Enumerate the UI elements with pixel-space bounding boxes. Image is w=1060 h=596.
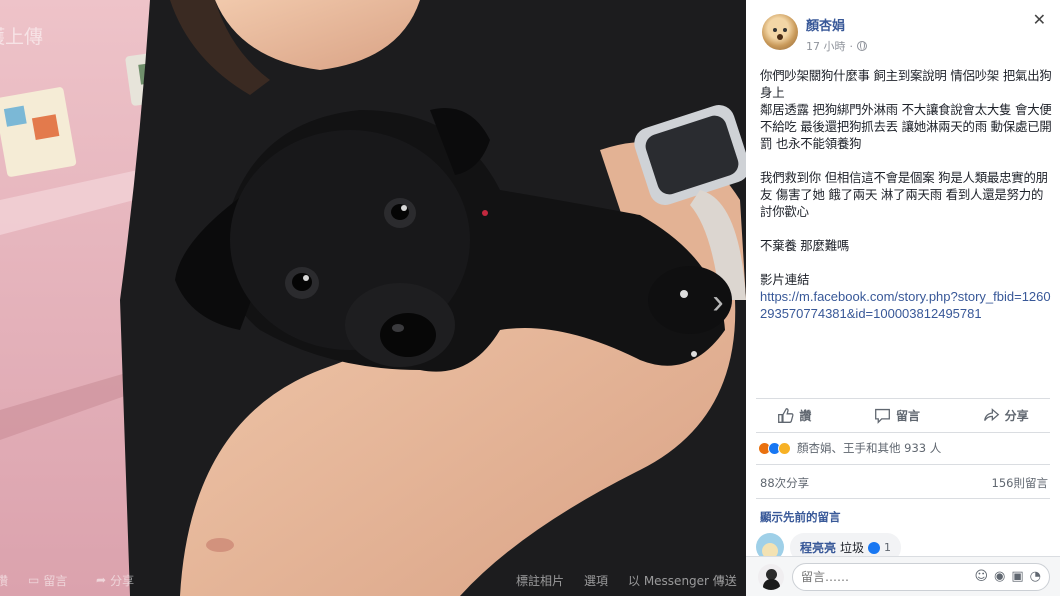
comment-input-wrapper[interactable]: ☺ ◉ ▣ ◔ bbox=[792, 562, 1050, 591]
author-name[interactable]: 顏杏娟 bbox=[806, 15, 867, 34]
comment-composer: ☺ ◉ ▣ ◔ bbox=[746, 556, 1060, 596]
post-meta: 17 小時 · bbox=[806, 38, 867, 54]
author-block: 顏杏娟 17 小時 · bbox=[806, 14, 867, 54]
photo-share-button[interactable]: ➦ 分享 bbox=[96, 572, 134, 589]
photo-watermark: 護上傳 bbox=[0, 26, 44, 48]
gif-icon[interactable]: ▣ bbox=[1011, 569, 1023, 584]
thumbs-up-icon bbox=[778, 407, 794, 423]
photo-viewer: 護上傳 › 讚 ▭ 留言 ➦ 分享 標註相片 選項 以 Messenger 傳送 bbox=[0, 0, 1060, 596]
share-button[interactable]: 分享 bbox=[983, 407, 1029, 424]
share-label: 分享 bbox=[1004, 408, 1029, 423]
photo-action-bar: 讚 ▭ 留言 ➦ 分享 標註相片 選項 以 Messenger 傳送 bbox=[0, 564, 746, 596]
post-paragraph: 你們吵架關狗什麼事 飼主到案說明 情侶吵架 把氣出狗身上 bbox=[760, 68, 1052, 100]
tag-photo-label: 標註相片 bbox=[516, 573, 565, 588]
share-icon bbox=[983, 407, 999, 421]
emoji-icon[interactable]: ☺ bbox=[974, 569, 988, 584]
comment-count[interactable]: 156則留言 bbox=[992, 475, 1048, 491]
comment-like-icon bbox=[868, 541, 881, 554]
divider bbox=[756, 498, 1050, 499]
send-messenger-label: 以 Messenger 傳送 bbox=[628, 573, 737, 588]
close-icon[interactable]: ✕ bbox=[1033, 10, 1046, 29]
photo-share-label: 分享 bbox=[110, 573, 135, 588]
share-arrow-icon: ➦ bbox=[96, 573, 107, 587]
post-stats: 88次分享 156則留言 bbox=[760, 475, 1048, 491]
options-button[interactable]: 選項 bbox=[584, 572, 608, 589]
comment-text: 垃圾 bbox=[840, 541, 865, 555]
like-button[interactable]: 讚 bbox=[777, 407, 811, 424]
post-paragraph: 我們救到你 但相信這不會是個案 狗是人類最忠實的朋友 傷害了她 餓了兩天 淋了兩… bbox=[760, 170, 1048, 219]
globe-icon[interactable] bbox=[857, 41, 867, 51]
photo-comment-button[interactable]: ▭ 留言 bbox=[28, 572, 67, 589]
reactions-text: 顏杏娟、王手和其他 933 人 bbox=[797, 441, 942, 455]
post-actions: 讚 留言 分享 bbox=[746, 400, 1060, 430]
options-label: 選項 bbox=[584, 573, 609, 588]
reactions-summary[interactable]: 顏杏娟、王手和其他 933 人 bbox=[758, 440, 941, 456]
divider bbox=[756, 398, 1050, 399]
post-time[interactable]: 17 小時 bbox=[806, 38, 846, 54]
like-label: 讚 bbox=[799, 408, 812, 423]
divider bbox=[756, 432, 1050, 433]
view-previous-comments-link[interactable]: 顯示先前的留言 bbox=[760, 509, 841, 525]
photo-like-label: 讚 bbox=[0, 573, 9, 588]
comment-author[interactable]: 程亮亮 bbox=[800, 539, 836, 556]
next-photo-arrow-icon[interactable]: › bbox=[704, 282, 732, 322]
post-paragraph: 鄰居透露 把狗綁門外淋雨 不大讓食說會太大隻 會大便不給吃 最後還把狗抓去丟 讓… bbox=[760, 102, 1052, 151]
comment-label: 留言 bbox=[895, 408, 920, 423]
post-link[interactable]: https://m.facebook.com/story.php?story_f… bbox=[760, 288, 1052, 322]
sad-reaction-icon bbox=[778, 441, 791, 455]
photo-comment-label: 留言 bbox=[43, 573, 68, 588]
comment-bubble-icon: ▭ bbox=[28, 573, 40, 587]
post-paragraph: 不棄養 那麼難嗎 bbox=[760, 238, 850, 253]
camera-icon[interactable]: ◉ bbox=[994, 569, 1005, 584]
current-user-avatar bbox=[758, 563, 784, 590]
composer-icons: ☺ ◉ ▣ ◔ bbox=[974, 569, 1041, 584]
meta-dot: · bbox=[849, 39, 854, 53]
comment-icon bbox=[875, 408, 890, 424]
comment-like-count: 1 bbox=[884, 541, 892, 554]
divider bbox=[756, 464, 1050, 465]
comment-input[interactable] bbox=[801, 569, 975, 584]
video-link-label: 影片連結 bbox=[760, 272, 810, 287]
send-messenger-button[interactable]: 以 Messenger 傳送 bbox=[628, 572, 737, 589]
photo-pane[interactable]: 護上傳 › 讚 ▭ 留言 ➦ 分享 標註相片 選項 以 Messenger 傳送 bbox=[0, 0, 746, 596]
author-avatar[interactable] bbox=[762, 14, 798, 50]
tag-photo-button[interactable]: 標註相片 bbox=[516, 572, 564, 589]
photo-like-button[interactable]: 讚 bbox=[0, 572, 8, 589]
comment-button[interactable]: 留言 bbox=[874, 407, 920, 424]
puppy-photo bbox=[0, 0, 746, 596]
post-sidebar: ✕ 顏杏娟 17 小時 · 你們吵架關狗什麼事 飼主到案說明 情侶吵架 把氣出狗… bbox=[746, 0, 1060, 596]
sticker-icon[interactable]: ◔ bbox=[1030, 569, 1041, 584]
post-header: 顏杏娟 17 小時 · bbox=[762, 14, 867, 54]
post-body: 你們吵架關狗什麼事 飼主到案說明 情侶吵架 把氣出狗身上 鄰居透露 把狗綁門外淋… bbox=[760, 67, 1052, 322]
share-count[interactable]: 88次分享 bbox=[760, 475, 809, 491]
